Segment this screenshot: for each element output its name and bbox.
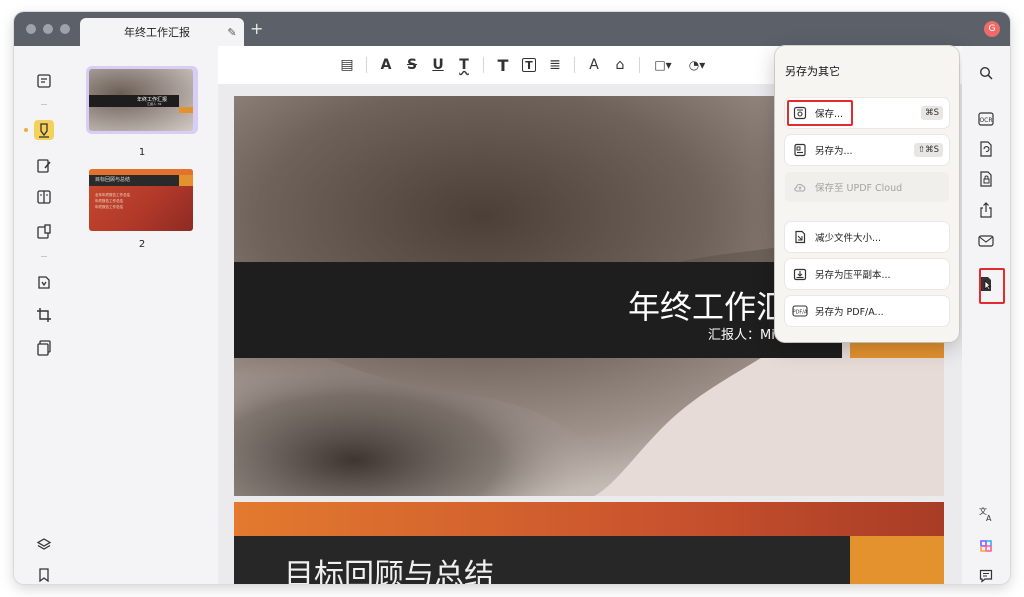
pencil-icon[interactable]: A [581, 52, 607, 78]
tab-title: 年终工作汇报 [124, 26, 190, 39]
eraser-icon[interactable]: ⌂ [607, 52, 633, 78]
toolbar-divider [639, 57, 640, 73]
active-indicator [24, 128, 28, 132]
save-highlight-box [787, 100, 853, 126]
comment-mode-icon[interactable] [34, 120, 54, 140]
share-icon[interactable] [976, 200, 996, 220]
save-as-label: 另存为... [815, 146, 853, 157]
thumbnail-title: 目标回顾与总结 [95, 177, 131, 183]
toolbar-divider [366, 57, 367, 73]
reporter-label: 汇报人：Mi [708, 328, 775, 343]
protect-icon[interactable] [976, 169, 996, 189]
title-bar: 年终工作汇报 ✎ + G [14, 12, 1010, 46]
save-to-cloud-label: 保存至 UPDF Cloud [815, 183, 903, 194]
orange-accent-block [850, 536, 944, 584]
svg-text:PDF/A: PDF/A [793, 310, 808, 316]
app-window: 年终工作汇报 ✎ + G 年终工作汇报 汇报人: Mi 1 目标回顾与总结 全年… [14, 12, 1010, 584]
pdf-page-2: 目标回顾与总结 [234, 502, 944, 584]
thumbnail-accent [179, 107, 193, 113]
thumbnail-line: 全年年终报告工作总结 [95, 193, 130, 197]
crop-pages-icon[interactable] [34, 305, 54, 325]
save-as-menu-item[interactable]: 另存为... ⇧⌘S [785, 135, 949, 165]
thumbnail-line: 年终报告工作总结 [95, 205, 123, 209]
shape-icon[interactable]: □▾ [646, 52, 680, 78]
page-number-label: 2 [138, 239, 146, 250]
convert-icon[interactable] [976, 139, 996, 159]
layers-icon[interactable] [34, 535, 54, 555]
save-to-cloud-menu-item: 保存至 UPDF Cloud [785, 172, 949, 202]
highlighter-icon[interactable]: A [373, 52, 399, 78]
save-flattened-menu-item[interactable]: 另存为压平副本... [785, 259, 949, 289]
strikethrough-icon[interactable]: S [399, 52, 425, 78]
reduce-size-label: 减少文件大小... [815, 233, 882, 244]
ai-assistant-icon[interactable] [976, 536, 996, 556]
save-pdfa-menu-item[interactable]: PDF/A 另存为 PDF/A... [785, 296, 949, 326]
flatten-icon [791, 265, 809, 283]
left-toolbar [14, 46, 70, 584]
thumbnail-image: 年终工作汇报 汇报人: Mi [89, 69, 193, 131]
rename-tab-icon[interactable]: ✎ [220, 26, 244, 39]
save-as-other-popup: 另存为其它 保存... ⌘S 另存为... ⇧⌘S 保存至 UPDF Cloud [775, 46, 959, 342]
cloud-upload-icon [791, 178, 809, 196]
save-pdfa-label: 另存为 PDF/A... [815, 307, 884, 318]
page-tools-icon[interactable] [34, 338, 54, 358]
pdfa-icon: PDF/A [791, 302, 809, 320]
rail-divider [41, 104, 47, 105]
text-icon[interactable]: T [490, 52, 516, 78]
search-icon[interactable] [976, 63, 996, 83]
organize-pages-icon[interactable] [34, 187, 54, 207]
user-avatar[interactable]: G [984, 21, 1000, 37]
rail-divider [41, 256, 47, 257]
svg-text:A: A [986, 514, 992, 522]
popup-title: 另存为其它 [785, 65, 840, 78]
reader-mode-icon[interactable] [34, 71, 54, 91]
save-as-icon [791, 141, 809, 159]
ocr-icon[interactable] [34, 272, 54, 292]
edit-pdf-icon[interactable] [34, 156, 54, 176]
zoom-window-button[interactable] [60, 24, 70, 34]
comment-icon[interactable]: ▤ [334, 52, 360, 78]
save-as-shortcut: ⇧⌘S [913, 143, 943, 157]
minimize-window-button[interactable] [43, 24, 53, 34]
toolbar-divider [574, 57, 575, 73]
thumbnail-line: 年终报告工作总结 [95, 199, 123, 203]
underline-icon[interactable]: U [425, 52, 451, 78]
new-tab-button[interactable]: + [250, 19, 263, 38]
translate-icon[interactable]: 文A [976, 504, 996, 524]
save-as-other-highlight-box [979, 268, 1005, 304]
save-shortcut: ⌘S [921, 106, 943, 120]
thumbnail-subtitle: 汇报人: Mi [147, 102, 162, 106]
thumbnail-accent [179, 175, 193, 186]
page-thumbnail-2[interactable]: 目标回顾与总结 全年年终报告工作总结 年终报告工作总结 年终报告工作总结 [86, 166, 198, 234]
save-flattened-label: 另存为压平副本... [815, 270, 891, 281]
text-callout-icon[interactable]: ≣ [542, 52, 568, 78]
textbox-icon[interactable]: T [522, 58, 536, 72]
email-icon[interactable] [976, 231, 996, 251]
page-thumbnail-1[interactable]: 年终工作汇报 汇报人: Mi [86, 66, 198, 134]
reduce-size-menu-item[interactable]: 减少文件大小... [785, 222, 949, 252]
ocr-scan-icon[interactable]: OCR [976, 109, 996, 129]
top-color-band [234, 502, 944, 536]
prepare-form-icon[interactable] [34, 222, 54, 242]
comment-list-icon[interactable] [976, 566, 996, 584]
bookmark-icon[interactable] [34, 565, 54, 584]
compress-file-icon [791, 228, 809, 246]
thumbnail-image: 目标回顾与总结 全年年终报告工作总结 年终报告工作总结 年终报告工作总结 [89, 169, 193, 231]
thumbnail-panel: 年终工作汇报 汇报人: Mi 1 目标回顾与总结 全年年终报告工作总结 年终报告… [70, 46, 218, 584]
squiggly-icon[interactable]: T [451, 52, 477, 78]
stamp-icon[interactable]: ◔▾ [680, 52, 714, 78]
document-tab[interactable]: 年终工作汇报 ✎ [80, 18, 244, 46]
section-title: 目标回顾与总结 [284, 558, 494, 584]
svg-text:OCR: OCR [979, 117, 992, 124]
page-title: 年终工作汇 [628, 288, 789, 326]
toolbar-divider [483, 57, 484, 73]
right-toolbar: OCR 文A [962, 46, 1010, 584]
page-number-label: 1 [138, 147, 146, 158]
close-window-button[interactable] [26, 24, 36, 34]
